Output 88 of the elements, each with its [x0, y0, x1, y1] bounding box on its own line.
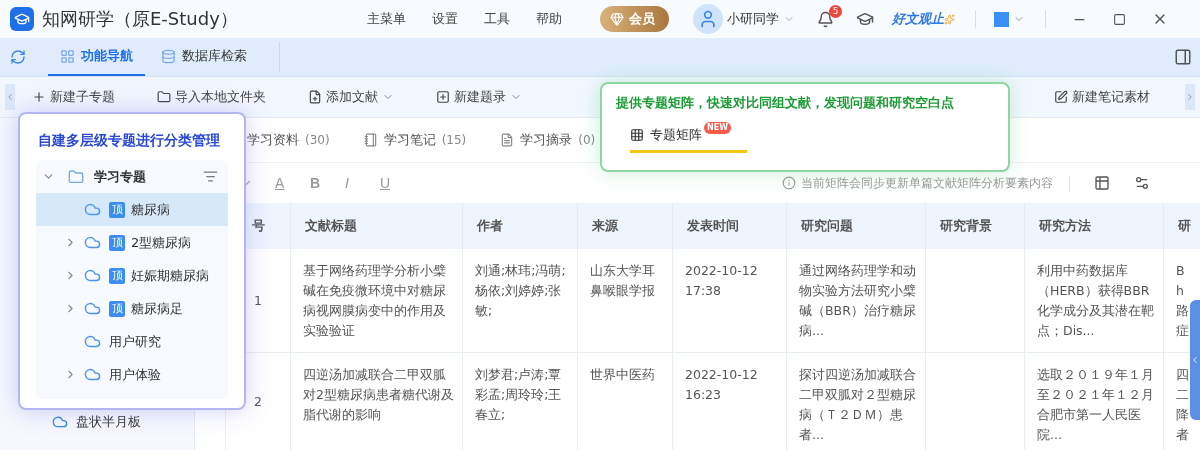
cloud-icon	[84, 366, 101, 383]
column-header: 来源	[577, 203, 672, 249]
column-header: 文献标题	[290, 203, 462, 249]
database-icon	[161, 48, 176, 64]
new-badge: NEW	[704, 122, 731, 134]
table-cell: 选取２０１９年１月至２０２１年１２月合肥市第一人民医院...	[1024, 353, 1163, 450]
chevron-right-icon	[1185, 92, 1195, 102]
cloud-icon	[84, 300, 101, 317]
table-cell: 刘通;林玮;冯萌;杨依;刘婷婷;张敏;	[462, 249, 577, 353]
app-logo	[10, 7, 34, 31]
menu-item[interactable]: 帮助	[536, 10, 562, 28]
table-cell: 探讨四逆汤加减联合二甲双胍对２型糖尿病（Ｔ２ＤＭ）患者...	[786, 353, 925, 450]
folder-icon	[68, 168, 84, 185]
notebook-icon	[363, 133, 378, 147]
menu-item[interactable]: 设置	[432, 10, 458, 28]
tree-item[interactable]: 用户体验	[36, 358, 228, 391]
cloud-icon	[84, 333, 101, 350]
cloud-icon	[52, 414, 68, 430]
document-icon	[500, 133, 515, 147]
doc-tab[interactable]: 学习摘录 (0)	[500, 131, 596, 149]
app-title: 知网研学（原E-Study）	[42, 7, 239, 31]
maximize-icon[interactable]	[1113, 12, 1126, 26]
bell-icon[interactable]	[817, 10, 834, 28]
toolbar-button[interactable]: 新建子专题	[20, 88, 127, 106]
chevron-left-icon	[1190, 355, 1200, 365]
tree-item[interactable]: 顶 2型糖尿病	[36, 226, 228, 259]
nav-tab[interactable]: 数据库检索	[149, 38, 259, 76]
refresh-icon[interactable]	[10, 49, 26, 65]
table-cell: 世界中医药	[577, 353, 672, 450]
top-badge: 顶	[109, 300, 125, 317]
menu-item[interactable]: 主菜单	[367, 10, 406, 28]
avatar[interactable]	[693, 4, 723, 34]
table-cell: 四逆汤加减联合二甲双胍对2型糖尿病患者糖代谢及脂代谢的影响	[290, 353, 462, 450]
toolbar-button[interactable]: 新建笔记素材	[1042, 88, 1162, 106]
top-badge: 顶	[109, 201, 125, 218]
tree-item[interactable]: 顶 糖尿病足	[36, 292, 228, 325]
edit-note-icon	[1054, 90, 1068, 104]
doc-tab[interactable]: 学习笔记 (15)	[363, 131, 467, 149]
grid-icon	[60, 48, 75, 64]
grid-icon	[630, 128, 644, 142]
column-header: 发表时间	[672, 203, 786, 249]
cloud-icon	[84, 234, 101, 251]
table-cell: 利用中药数据库（HERB）获得BBR化学成分及其潜在靶点；Dis...	[1024, 249, 1163, 353]
menu-item[interactable]: 工具	[484, 10, 510, 28]
toolbar-button[interactable]: 导入本地文件夹	[145, 88, 278, 106]
column-header: 研	[1163, 203, 1200, 249]
add-square-icon	[436, 90, 450, 104]
sidebar-item[interactable]: 盘状半月板	[0, 408, 194, 436]
table-cell: 通过网络药理学和动物实验方法研究小檗碱（BBR）治疗糖尿病...	[786, 249, 925, 353]
table-cell: 基于网络药理学分析小檗碱在免疫微环境中对糖尿病视网膜病变中的作用及实验验证	[290, 249, 462, 353]
panel-icon[interactable]	[1174, 48, 1192, 66]
chevron-left-icon	[5, 92, 15, 102]
cloud-icon	[84, 201, 101, 218]
top-badge: 顶	[109, 234, 125, 251]
column-header: 研究问题	[786, 203, 925, 249]
column-header: 作者	[462, 203, 577, 249]
sparkle-icon	[944, 13, 955, 25]
table-cell: 2022-10-12 17:38	[672, 249, 786, 353]
table-cell: 山东大学耳鼻喉眼学报	[577, 249, 672, 353]
toolbar-button[interactable]: 添加文献	[296, 88, 406, 106]
add-document-icon	[308, 90, 322, 104]
popup-heading: 自建多层级专题进行分类管理	[38, 132, 221, 150]
diamond-icon	[610, 12, 624, 26]
column-header: 研究背景	[925, 203, 1024, 249]
tree-item[interactable]: 用户研究	[36, 325, 228, 358]
table-cell: 2022-10-12 16:23	[672, 353, 786, 450]
theme-color-picker[interactable]	[994, 11, 1025, 27]
table-icon[interactable]	[1094, 175, 1110, 191]
notice-text: 当前矩阵会同步更新单篇文献矩阵分析要素内容	[801, 174, 1053, 192]
toolbar-button[interactable]: 新建题录	[424, 88, 534, 106]
promo-link[interactable]: 好文观止	[892, 10, 944, 28]
info-icon	[782, 176, 796, 190]
top-badge: 顶	[109, 267, 125, 284]
tree-item[interactable]: 顶 妊娠期糖尿病	[36, 259, 228, 292]
settings-icon[interactable]	[1134, 175, 1150, 191]
graduation-cap-icon[interactable]	[856, 10, 874, 28]
table-cell: 刘梦君;卢涛;覃彩孟;周玲玲;王春立;	[462, 353, 577, 450]
tree-item[interactable]: 顶 糖尿病	[36, 193, 228, 226]
tree-item[interactable]: 学习专题	[36, 160, 228, 193]
user-menu[interactable]: 小研同学	[723, 10, 799, 28]
popup-heading: 提供专题矩阵，快速对比同组文献，发现问题和研究空白点	[616, 94, 955, 112]
folder-icon	[157, 90, 171, 104]
filter-icon[interactable]	[203, 169, 218, 184]
plus-icon	[32, 90, 46, 104]
matrix-tab[interactable]: 专题矩阵 NEW	[630, 120, 747, 153]
notification-badge: 5	[829, 4, 842, 18]
cloud-icon	[84, 267, 101, 284]
column-header: 研究方法	[1024, 203, 1163, 249]
